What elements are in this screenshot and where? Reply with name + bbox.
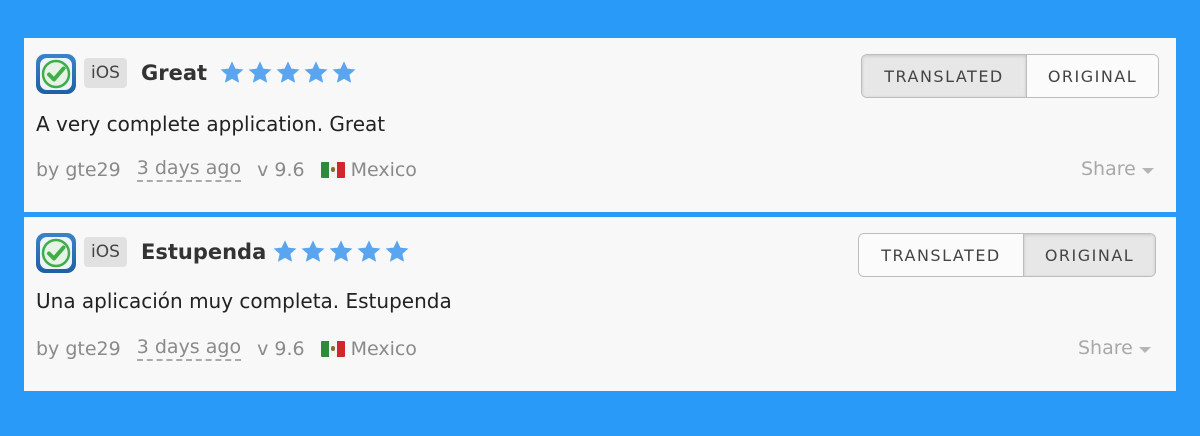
review-date: 3 days ago — [136, 157, 242, 182]
star-icon — [329, 240, 353, 262]
review-country: Mexico — [350, 158, 417, 181]
star-icon — [276, 61, 300, 83]
star-icon — [248, 61, 272, 83]
app-version: v 9.6 — [257, 158, 305, 181]
mexico-flag-icon — [320, 340, 345, 357]
review-author: by gte29 — [36, 158, 121, 181]
translated-button[interactable]: TRANSLATED — [862, 55, 1026, 97]
star-icon — [301, 240, 325, 262]
star-rating — [271, 237, 411, 267]
platform-badge: iOS — [84, 237, 127, 267]
review-author: by gte29 — [36, 337, 121, 360]
star-icon — [304, 61, 328, 83]
star-icon — [332, 61, 356, 83]
review-body: Una aplicación muy completa. Estupenda — [36, 289, 452, 313]
mexico-flag-icon — [320, 161, 345, 178]
original-button[interactable]: ORIGINAL — [1023, 234, 1155, 276]
review-card: iOS Great TRANSLATED ORIGINAL A very com… — [24, 38, 1176, 212]
platform-badge: iOS — [84, 58, 127, 88]
review-body: A very complete application. Great — [36, 112, 386, 136]
chevron-down-icon — [1138, 346, 1151, 353]
translated-button[interactable]: TRANSLATED — [859, 234, 1023, 276]
app-icon — [36, 233, 76, 273]
star-icon — [220, 61, 244, 83]
review-card: iOS Estupenda TRANSLATED ORIGINAL Una ap… — [24, 217, 1176, 391]
translation-toggle: TRANSLATED ORIGINAL — [861, 54, 1159, 98]
share-label: Share — [1078, 337, 1133, 359]
review-meta: by gte29 3 days ago v 9.6 Mexico — [36, 336, 417, 361]
share-button[interactable]: Share — [1078, 337, 1151, 359]
app-version: v 9.6 — [257, 337, 305, 360]
share-button[interactable]: Share — [1081, 158, 1154, 180]
review-country: Mexico — [350, 337, 417, 360]
star-icon — [385, 240, 409, 262]
review-date: 3 days ago — [136, 336, 242, 361]
star-icon — [357, 240, 381, 262]
star-icon — [273, 240, 297, 262]
original-button[interactable]: ORIGINAL — [1026, 55, 1158, 97]
share-label: Share — [1081, 158, 1136, 180]
review-title: Great — [141, 61, 208, 85]
app-icon — [36, 54, 76, 94]
review-title: Estupenda — [141, 240, 267, 264]
translation-toggle: TRANSLATED ORIGINAL — [858, 233, 1156, 277]
review-meta: by gte29 3 days ago v 9.6 Mexico — [36, 157, 417, 182]
star-rating — [218, 58, 358, 88]
chevron-down-icon — [1141, 167, 1154, 174]
